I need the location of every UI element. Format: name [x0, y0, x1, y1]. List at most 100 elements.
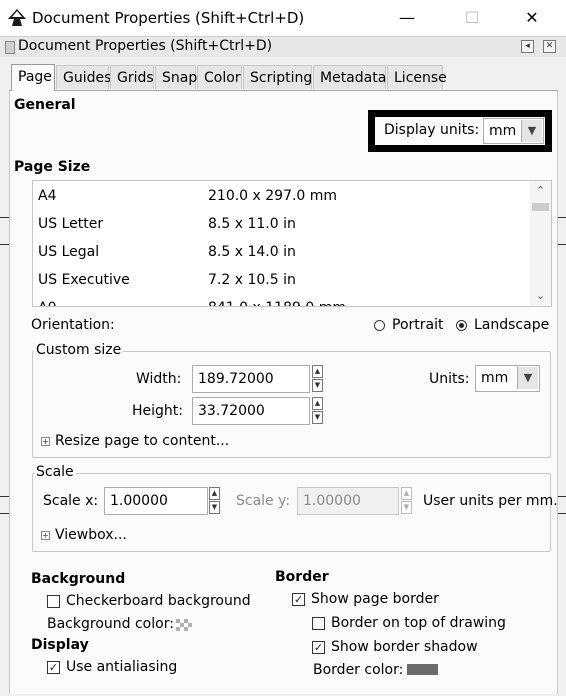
- scale-legend: Scale: [34, 464, 76, 480]
- list-item[interactable]: A4 210.0 x 297.0 mm: [33, 182, 529, 210]
- scroll-up-icon[interactable]: ⌃: [530, 182, 551, 200]
- checkerboard-checkbox[interactable]: [47, 595, 60, 608]
- checkerboard-label[interactable]: Checkerboard background: [66, 593, 251, 609]
- ruler-mark: [0, 513, 9, 514]
- step-down-icon[interactable]: ▼: [312, 379, 323, 392]
- border-shadow-checkbox[interactable]: ✓: [312, 641, 325, 654]
- step-down-icon[interactable]: ▼: [312, 411, 323, 424]
- scale-y-input: 1.00000: [297, 487, 399, 515]
- width-input[interactable]: 189.72000: [192, 365, 310, 393]
- user-units-label: User units per mm.: [423, 493, 558, 509]
- ruler-mark: [0, 217, 9, 218]
- tab-color[interactable]: Color: [197, 65, 242, 89]
- step-up-icon[interactable]: ▲: [209, 487, 220, 500]
- general-heading: General: [14, 97, 76, 113]
- width-stepper[interactable]: ▲ ▼: [312, 365, 323, 393]
- expand-icon[interactable]: +: [41, 531, 50, 540]
- units-label: Units:: [429, 371, 470, 387]
- maximize-icon: ☐: [464, 8, 480, 27]
- portrait-radio[interactable]: [374, 320, 385, 331]
- tab-divider: [9, 90, 558, 91]
- dock-title: Document Properties (Shift+Ctrl+D): [18, 38, 273, 54]
- window-title: Document Properties (Shift+Ctrl+D): [32, 9, 305, 27]
- border-shadow-label[interactable]: Show border shadow: [331, 639, 478, 655]
- landscape-radio[interactable]: [456, 320, 467, 331]
- scale-y-label: Scale y:: [236, 493, 291, 509]
- ruler-mark: [557, 217, 566, 218]
- tab-snap[interactable]: Snap: [155, 65, 197, 89]
- antialiasing-checkbox[interactable]: ✓: [47, 661, 60, 674]
- tab-guides[interactable]: Guides: [56, 65, 111, 89]
- portrait-label[interactable]: Portrait: [392, 317, 443, 333]
- landscape-label[interactable]: Landscape: [474, 317, 549, 333]
- list-item[interactable]: US Executive 7.2 x 10.5 in: [33, 266, 529, 294]
- ruler-mark: [557, 244, 566, 245]
- close-window-button[interactable]: ✕: [509, 4, 555, 32]
- tab-scripting[interactable]: Scripting: [243, 65, 312, 89]
- minimize-icon: —: [399, 8, 415, 27]
- step-up-icon: ▲: [401, 487, 412, 500]
- tab-page[interactable]: Page: [11, 64, 55, 91]
- show-page-border-label[interactable]: Show page border: [311, 591, 439, 607]
- list-scrollbar[interactable]: ⌃ ⌄: [530, 181, 551, 306]
- background-heading: Background: [31, 571, 126, 587]
- scroll-thumb[interactable]: [532, 203, 549, 211]
- inkscape-app-icon: [8, 9, 26, 26]
- border-on-top-checkbox[interactable]: [312, 617, 325, 630]
- resize-to-content-expander[interactable]: Resize page to content...: [55, 433, 229, 449]
- display-heading: Display: [31, 637, 89, 653]
- border-color-label: Border color:: [313, 662, 404, 678]
- ruler-mark: [557, 496, 566, 497]
- tab-license[interactable]: License: [387, 65, 447, 89]
- close-icon: ✕: [545, 41, 554, 51]
- ruler-mark: [0, 496, 9, 497]
- height-label: Height:: [132, 403, 183, 419]
- tab-metadata[interactable]: Metadata: [313, 65, 386, 89]
- units-select[interactable]: mm ▼: [475, 365, 540, 392]
- scale-x-input[interactable]: 1.00000: [104, 487, 208, 515]
- orientation-label: Orientation:: [31, 317, 115, 333]
- scale-x-label: Scale x:: [43, 493, 99, 509]
- background-color-label: Background color:: [47, 616, 174, 632]
- scale-x-stepper[interactable]: ▲ ▼: [209, 487, 220, 515]
- viewbox-expander[interactable]: Viewbox...: [55, 527, 127, 543]
- page-size-heading: Page Size: [14, 159, 91, 175]
- expand-icon[interactable]: +: [41, 437, 50, 446]
- maximize-button[interactable]: ☐: [449, 4, 495, 32]
- display-units-select[interactable]: mm ▼: [483, 118, 544, 144]
- dock-header: Document Properties (Shift+Ctrl+D) ◂ ✕: [0, 36, 566, 57]
- minimize-button[interactable]: —: [384, 4, 430, 32]
- custom-size-legend: Custom size: [34, 342, 124, 358]
- border-color-swatch[interactable]: [407, 664, 438, 675]
- step-down-icon[interactable]: ▼: [209, 501, 220, 514]
- close-icon: ✕: [525, 8, 539, 27]
- drag-handle-icon[interactable]: [5, 41, 15, 54]
- ruler-mark: [0, 244, 9, 245]
- scroll-down-icon[interactable]: ⌄: [530, 287, 551, 305]
- height-input[interactable]: 33.72000: [192, 397, 310, 425]
- dock-close-button[interactable]: ✕: [543, 40, 556, 53]
- list-item[interactable]: A0841.0 x 1189.0 mm: [33, 294, 529, 306]
- step-up-icon[interactable]: ▲: [312, 397, 323, 410]
- window-title-bar: Document Properties (Shift+Ctrl+D) — ☐ ✕: [0, 0, 566, 36]
- step-down-icon: ▼: [401, 501, 412, 514]
- display-units-label: Display units:: [384, 122, 480, 138]
- list-item[interactable]: US Legal 8.5 x 14.0 in: [33, 238, 529, 266]
- iconify-icon: ◂: [525, 41, 530, 51]
- ruler-mark: [557, 513, 566, 514]
- tab-grids[interactable]: Grids: [110, 65, 154, 89]
- page-size-list[interactable]: A4 210.0 x 297.0 mm US Letter 8.5 x 11.0 i…: [32, 180, 552, 307]
- border-on-top-label[interactable]: Border on top of drawing: [331, 615, 506, 631]
- antialiasing-label[interactable]: Use antialiasing: [66, 659, 177, 675]
- display-units-highlight: Display units: mm ▼: [368, 110, 552, 152]
- step-up-icon[interactable]: ▲: [312, 365, 323, 378]
- scale-y-stepper: ▲ ▼: [401, 487, 412, 515]
- list-item[interactable]: US Letter 8.5 x 11.0 in: [33, 210, 529, 238]
- chevron-down-icon: ▼: [517, 367, 538, 389]
- background-color-swatch[interactable]: [176, 619, 192, 631]
- chevron-down-icon: ▼: [521, 120, 542, 142]
- dock-iconify-button[interactable]: ◂: [521, 40, 534, 53]
- show-page-border-checkbox[interactable]: ✓: [292, 593, 305, 606]
- height-stepper[interactable]: ▲ ▼: [312, 397, 323, 425]
- border-heading: Border: [275, 569, 329, 585]
